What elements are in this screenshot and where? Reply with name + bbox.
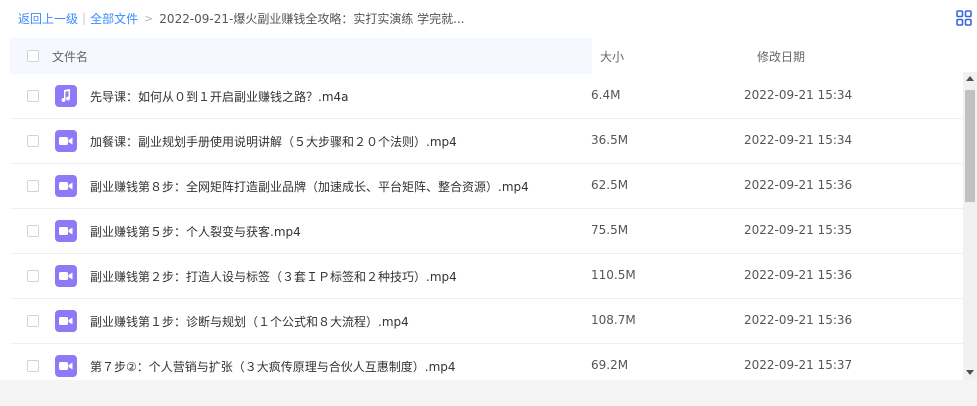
file-size: 36.5M — [591, 133, 629, 147]
file-name[interactable]: 副业赚钱第８步：全网矩阵打造副业品牌（加速成长、平台矩阵、整合资源）.mp4 — [90, 178, 529, 195]
breadcrumb-separator: | — [82, 11, 87, 25]
file-date: 2022-09-21 15:34 — [744, 133, 853, 147]
all-files-link[interactable]: 全部文件 — [90, 10, 138, 27]
file-row[interactable]: 副业赚钱第５步：个人裂变与获客.mp4 75.5M 2022-09-21 15:… — [10, 209, 963, 254]
back-link[interactable]: 返回上一级 — [18, 10, 78, 27]
video-file-icon — [55, 310, 77, 332]
video-file-icon — [55, 265, 77, 287]
row-checkbox[interactable] — [27, 225, 39, 237]
scroll-thumb[interactable] — [965, 90, 975, 202]
file-row[interactable]: 副业赚钱第１步：诊断与规划（１个公式和８大流程）.mp4 108.7M 2022… — [10, 299, 963, 344]
row-checkbox[interactable] — [27, 315, 39, 327]
file-date: 2022-09-21 15:36 — [744, 178, 853, 192]
file-name[interactable]: 副业赚钱第５步：个人裂变与获客.mp4 — [90, 223, 301, 240]
row-checkbox[interactable] — [27, 270, 39, 282]
header-date[interactable]: 修改日期 — [757, 48, 805, 65]
grid-view-icon[interactable] — [956, 10, 972, 26]
file-name[interactable]: 先导课：如何从０到１开启副业赚钱之路？.m4a — [90, 88, 349, 105]
select-all-checkbox[interactable] — [27, 50, 39, 62]
header-name-background — [10, 38, 592, 74]
file-row[interactable]: 加餐课：副业规划手册使用说明讲解（５大步骤和２０个法则）.mp4 36.5M 2… — [10, 119, 963, 164]
file-date: 2022-09-21 15:36 — [744, 268, 853, 282]
file-size: 69.2M — [591, 358, 629, 372]
header-name[interactable]: 文件名 — [52, 48, 88, 65]
row-checkbox[interactable] — [27, 360, 39, 372]
file-size: 75.5M — [591, 223, 629, 237]
file-size: 62.5M — [591, 178, 629, 192]
current-folder: 2022-09-21-爆火副业赚钱全攻略：实打实演练 学完就... — [159, 11, 465, 26]
breadcrumb: 返回上一级 | 全部文件 > 2022-09-21-爆火副业赚钱全攻略：实打实演… — [18, 9, 465, 27]
file-row[interactable]: 第７步②：个人营销与扩张（３大疯传原理与合伙人互惠制度）.mp4 69.2M 2… — [10, 344, 963, 380]
row-checkbox[interactable] — [27, 135, 39, 147]
file-row[interactable]: 副业赚钱第８步：全网矩阵打造副业品牌（加速成长、平台矩阵、整合资源）.mp4 6… — [10, 164, 963, 209]
list-header: 文件名 大小 修改日期 — [10, 38, 963, 74]
file-size: 108.7M — [591, 313, 636, 327]
file-date: 2022-09-21 15:36 — [744, 313, 853, 327]
video-file-icon — [55, 175, 77, 197]
bottom-bar — [0, 380, 977, 406]
row-checkbox[interactable] — [27, 90, 39, 102]
scroll-down-arrow-icon[interactable] — [966, 370, 974, 375]
file-row[interactable]: 先导课：如何从０到１开启副业赚钱之路？.m4a 6.4M 2022-09-21 … — [10, 74, 963, 119]
header-size[interactable]: 大小 — [600, 48, 624, 65]
file-size: 6.4M — [591, 88, 621, 102]
file-row[interactable]: 副业赚钱第２步：打造人设与标签（３套ＩＰ标签和２种技巧）.mp4 110.5M … — [10, 254, 963, 299]
vertical-scrollbar[interactable] — [963, 72, 977, 380]
file-date: 2022-09-21 15:35 — [744, 223, 853, 237]
scroll-up-arrow-icon[interactable] — [966, 76, 974, 81]
file-name[interactable]: 第７步②：个人营销与扩张（３大疯传原理与合伙人互惠制度）.mp4 — [90, 358, 456, 375]
audio-file-icon — [55, 85, 77, 107]
file-name[interactable]: 副业赚钱第１步：诊断与规划（１个公式和８大流程）.mp4 — [90, 313, 409, 330]
file-date: 2022-09-21 15:37 — [744, 358, 853, 372]
file-list: 文件名 大小 修改日期 先导课：如何从０到１开启副业赚钱之路？.m4a 6.4M… — [10, 38, 963, 380]
video-file-icon — [55, 130, 77, 152]
video-file-icon — [55, 220, 77, 242]
breadcrumb-arrow: > — [144, 11, 154, 25]
file-name[interactable]: 加餐课：副业规划手册使用说明讲解（５大步骤和２０个法则）.mp4 — [90, 133, 457, 150]
file-name[interactable]: 副业赚钱第２步：打造人设与标签（３套ＩＰ标签和２种技巧）.mp4 — [90, 268, 457, 285]
file-size: 110.5M — [591, 268, 636, 282]
video-file-icon — [55, 355, 77, 377]
file-date: 2022-09-21 15:34 — [744, 88, 853, 102]
row-checkbox[interactable] — [27, 180, 39, 192]
